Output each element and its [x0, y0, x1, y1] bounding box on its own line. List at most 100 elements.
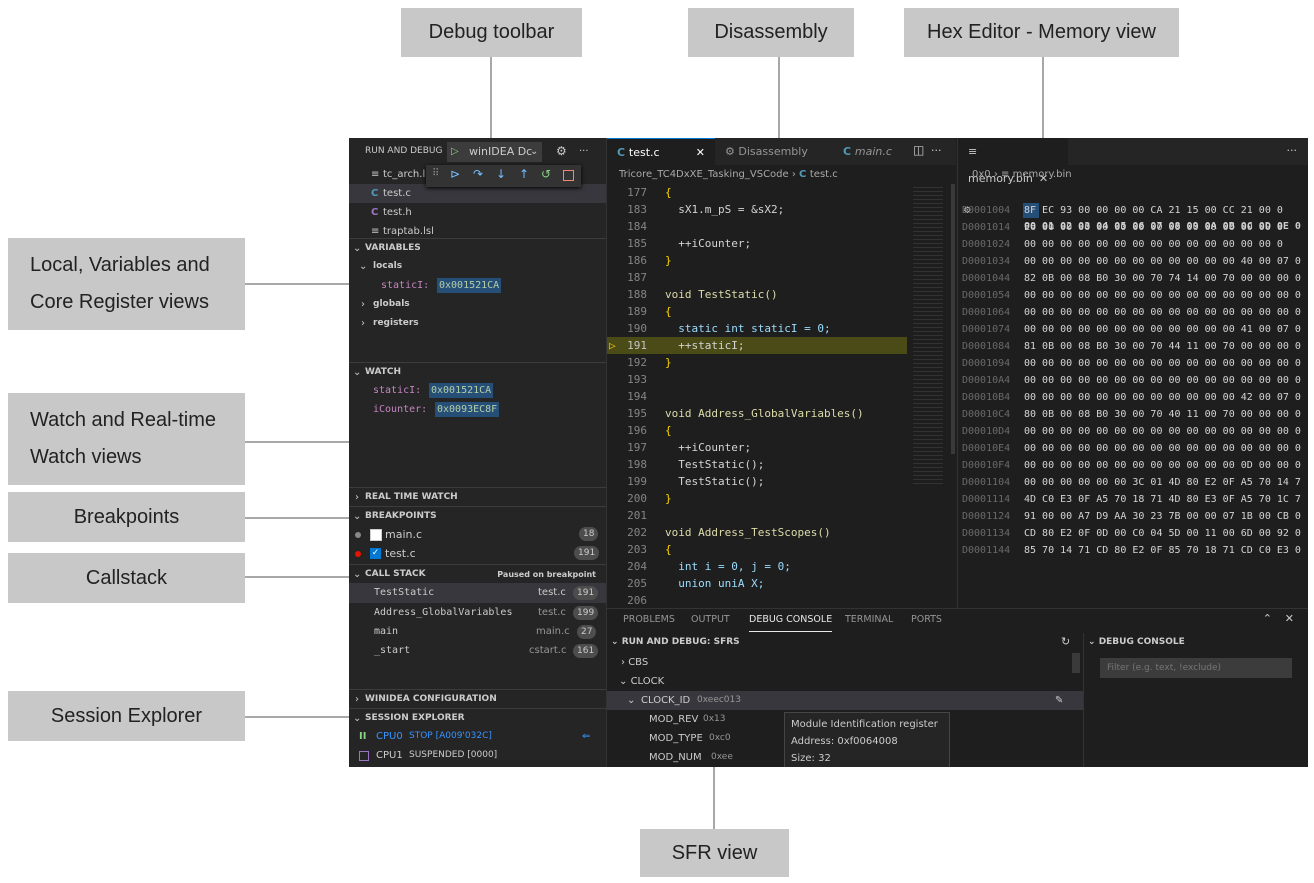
tab-test-c[interactable]: C test.c ✕ [607, 138, 715, 165]
stop-icon[interactable] [563, 170, 574, 181]
breadcrumb-file[interactable]: memory.bin [1013, 169, 1072, 180]
session-cpu1[interactable]: CPU1 SUSPENDED [0000] [349, 746, 606, 765]
refresh-icon[interactable]: ↻ [1061, 635, 1070, 648]
code-line[interactable]: 203 { [607, 541, 907, 558]
continue-icon[interactable]: ⊳ [450, 167, 460, 181]
registers-scope[interactable]: › registers [349, 314, 606, 333]
watch-item[interactable]: iCounter: 0x0093EC8F [349, 400, 606, 419]
code-line[interactable]: 197 ++iCounter; [607, 439, 907, 456]
debug-config-select[interactable]: ▷ winIDEA Dc ⌄ [447, 142, 542, 162]
hex-row[interactable]: D00010A4 00 00 00 00 00 00 00 00 00 00 00… [958, 372, 1308, 389]
hex-row[interactable]: D00010C4 80 0B 00 08 B0 30 00 70 40 11 00… [958, 406, 1308, 423]
hex-row[interactable]: D0001094 00 00 00 00 00 00 00 00 00 00 00… [958, 355, 1308, 372]
code-line[interactable]: 206 [607, 592, 907, 608]
code-line[interactable]: 198 TestStatic(); [607, 456, 907, 473]
hex-row[interactable]: D0001024 00 00 00 00 00 00 00 00 00 00 00… [958, 236, 1308, 253]
code-line[interactable]: 194 [607, 388, 907, 405]
close-icon[interactable]: ✕ [1285, 612, 1294, 625]
code-line[interactable]: 191 ▷ ++staticI; [607, 337, 907, 354]
code-line[interactable]: 189 { [607, 303, 907, 320]
code-line[interactable]: 199 TestStatic(); [607, 473, 907, 490]
code-line[interactable]: 204 int i = 0, j = 0; [607, 558, 907, 575]
hex-row[interactable]: D0001074 00 00 00 00 00 00 00 00 00 00 00… [958, 321, 1308, 338]
code-line[interactable]: 200} [607, 490, 907, 507]
code-line[interactable]: 205 union uniA X; [607, 575, 907, 592]
breakpoint-item[interactable]: main.c 18 [349, 525, 606, 544]
code-line[interactable]: 193 [607, 371, 907, 388]
code-line[interactable]: 190 static int staticI = 0; [607, 320, 907, 337]
split-editor-icon[interactable]: ◫ [913, 143, 924, 157]
sfr-register-row[interactable]: ⌄ CLOCK_ID 0xeec013 ✎ [607, 691, 1083, 710]
breadcrumb-folder[interactable]: Tricore_TC4DxXE_Tasking_VSCode [619, 169, 789, 180]
pencil-icon[interactable]: ✎ [1055, 691, 1063, 710]
hex-row[interactable]: D0001044 82 0B 00 08 B0 30 00 70 74 14 00… [958, 270, 1308, 287]
file-item[interactable]: ≡ traptab.lsl [349, 222, 606, 237]
chevron-up-icon[interactable]: ⌃ [1263, 612, 1272, 625]
tab-memory-bin[interactable]: ≡ memory.bin ✕ [958, 138, 1068, 185]
tab-main-c[interactable]: C main.c [833, 138, 913, 165]
panel-tab[interactable]: DEBUG CONSOLE [749, 609, 833, 632]
call-stack-frame[interactable]: _start cstart.c 161 [349, 641, 606, 661]
hex-row[interactable]: D0001054 00 00 00 00 00 00 00 00 00 00 00… [958, 287, 1308, 304]
hex-row[interactable]: D00010B4 00 00 00 00 00 00 00 00 00 00 00… [958, 389, 1308, 406]
code-line[interactable]: 185 ++iCounter; [607, 235, 907, 252]
code-line[interactable]: 196 { [607, 422, 907, 439]
code-line[interactable]: 187 [607, 269, 907, 286]
session-explorer-header[interactable]: ⌄ SESSION EXPLORER [349, 708, 606, 728]
step-into-icon[interactable]: ↓ [496, 167, 506, 181]
session-cpu0[interactable]: II CPU0 STOP [A009'032C] ⇐ [349, 727, 606, 746]
sfr-group[interactable]: ⌄ CLOCK [619, 672, 664, 691]
watch-header[interactable]: ⌄ WATCH [349, 362, 606, 382]
locals-scope[interactable]: ⌄ locals [349, 257, 606, 276]
code-line[interactable]: 177 { [607, 184, 907, 201]
step-over-icon[interactable]: ↷ [473, 167, 483, 181]
scrollbar[interactable] [951, 184, 955, 454]
hex-row[interactable]: D0001084 81 0B 00 08 B0 30 00 70 44 11 00… [958, 338, 1308, 355]
hex-rows[interactable]: D0001004 8F EC 93 00 00 00 00 CA 21 15 00… [958, 202, 1308, 608]
hex-row[interactable]: D00010E4 00 00 00 00 00 00 00 00 00 00 00… [958, 440, 1308, 457]
call-stack-frame[interactable]: Address_GlobalVariables test.c 199 [349, 603, 606, 623]
minimap[interactable] [909, 184, 949, 608]
hex-row[interactable]: D0001124 91 00 00 A7 D9 AA 30 23 7B 00 00… [958, 508, 1308, 525]
hex-row[interactable]: D00010D4 00 00 00 00 00 00 00 00 00 00 00… [958, 423, 1308, 440]
hex-row[interactable]: D0001034 00 00 00 00 00 00 00 00 00 00 00… [958, 253, 1308, 270]
code-line[interactable]: 195 void Address_GlobalVariables() [607, 405, 907, 422]
restart-icon[interactable]: ↺ [541, 167, 551, 181]
close-icon[interactable]: ✕ [696, 139, 705, 166]
sfr-header[interactable]: ⌄ RUN AND DEBUG: SFRS [611, 633, 740, 652]
variable-row[interactable]: staticI: 0x001521CA [349, 276, 606, 295]
tab-disassembly[interactable]: ⚙ Disassembly [715, 138, 833, 165]
step-out-icon[interactable]: ↑ [519, 167, 529, 181]
hex-row[interactable]: D0001134 CD 80 E2 0F 0D 00 C0 04 5D 00 11… [958, 525, 1308, 542]
hex-row[interactable]: D0001064 00 00 00 00 00 00 00 00 00 00 00… [958, 304, 1308, 321]
breakpoints-header[interactable]: ⌄ BREAKPOINTS [349, 506, 606, 526]
code-line[interactable]: 188 void TestStatic() [607, 286, 907, 303]
call-stack-frame[interactable]: main main.c 27 [349, 622, 606, 642]
file-item[interactable]: Ctest.h [349, 203, 606, 222]
call-stack-header[interactable]: ⌄ CALL STACK Paused on breakpoint [349, 564, 606, 584]
variables-header[interactable]: ⌄ VARIABLES [349, 238, 606, 258]
code-line[interactable]: 201 [607, 507, 907, 524]
code-line[interactable]: 186} [607, 252, 907, 269]
console-filter-input[interactable] [1100, 658, 1292, 678]
watch-item[interactable]: staticI: 0x001521CA [349, 381, 606, 400]
call-stack-frame[interactable]: TestStatic test.c 191 [349, 583, 606, 603]
hex-row[interactable]: D0001104 00 00 00 00 00 00 3C 01 4D 80 E2… [958, 474, 1308, 491]
play-icon[interactable]: ▷ [451, 142, 459, 161]
hex-row[interactable]: D0001004 8F EC 93 00 00 00 00 CA 21 15 00… [958, 202, 1308, 219]
winidea-config-header[interactable]: › WINIDEA CONFIGURATION [349, 689, 606, 709]
panel-tab[interactable]: PROBLEMS [623, 609, 675, 631]
gear-icon[interactable]: ⚙ [556, 142, 567, 161]
scrollbar[interactable] [1072, 653, 1080, 673]
panel-tab[interactable]: TERMINAL [845, 609, 893, 631]
breakpoint-item[interactable]: ✓ test.c 191 [349, 544, 606, 563]
hex-row[interactable]: D0001014 E6 00 00 00 00 00 00 00 00 00 00… [958, 219, 1308, 236]
real-time-watch-header[interactable]: › REAL TIME WATCH [349, 487, 606, 507]
code-line[interactable]: 202 void Address_TestScopes() [607, 524, 907, 541]
breadcrumb-root[interactable]: 0x0 [972, 169, 991, 180]
hex-row[interactable]: D00010F4 00 00 00 00 00 00 00 00 00 00 00… [958, 457, 1308, 474]
more-icon[interactable]: ··· [1287, 144, 1298, 157]
code-line[interactable]: 183 sX1.m_pS = &sX2; [607, 201, 907, 218]
breakpoint-checkbox[interactable] [370, 529, 382, 541]
hex-row[interactable]: D0001144 85 70 14 71 CD 80 E2 0F 85 70 18… [958, 542, 1308, 559]
